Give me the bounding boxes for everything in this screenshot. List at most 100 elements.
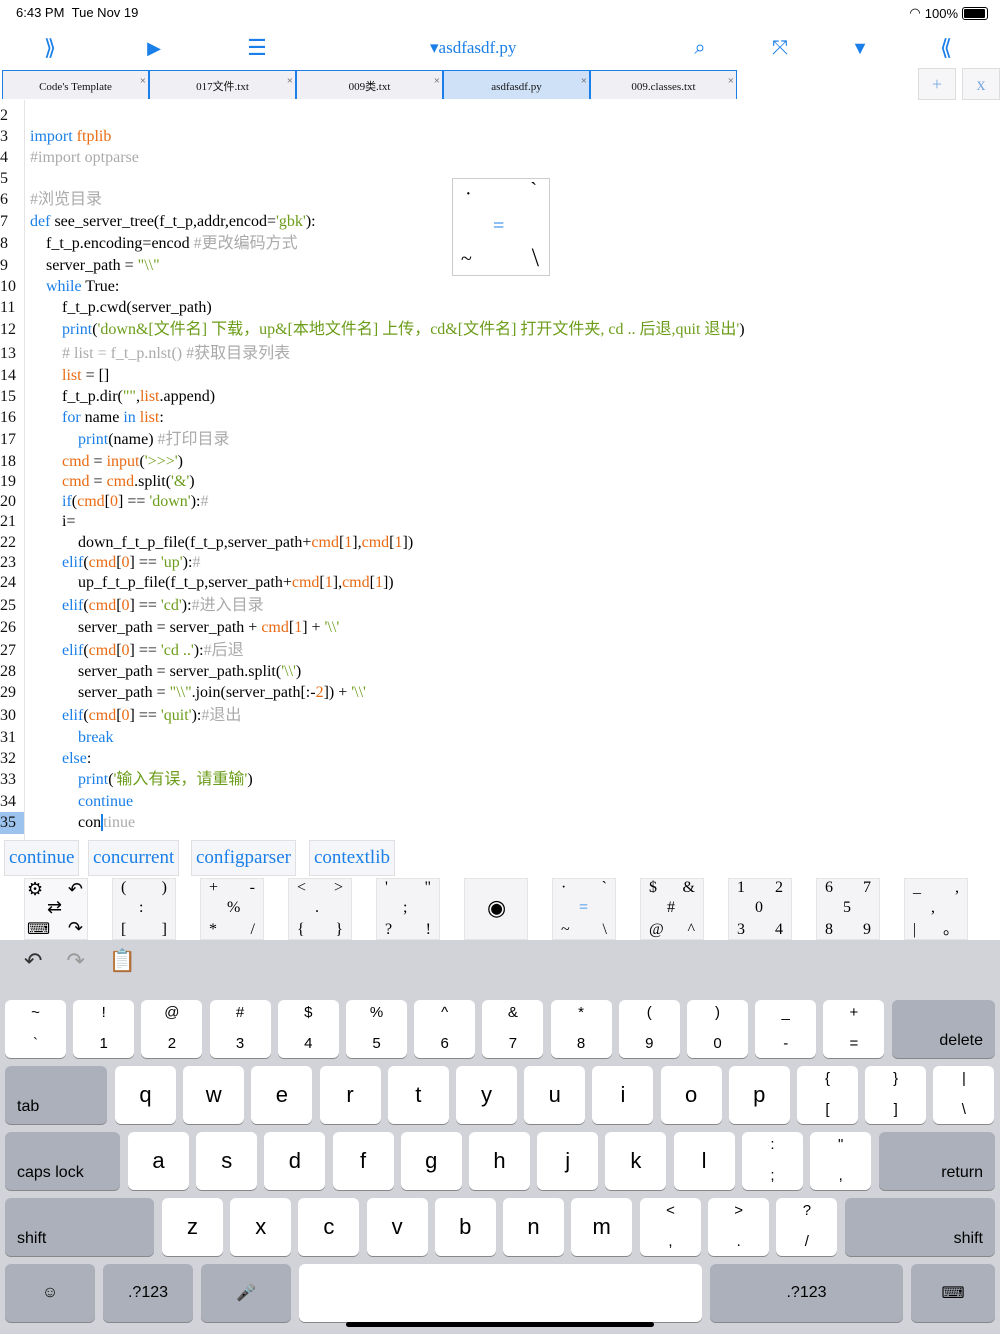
suggestion-item[interactable]: concurrent <box>88 840 180 876</box>
symbol-key[interactable]: · ` = ~ \ <box>552 878 616 940</box>
caps-lock-key[interactable]: caps lock <box>5 1132 120 1190</box>
key-f[interactable]: f <box>332 1132 394 1190</box>
settings-undo-key[interactable]: ⚙ ↶ ⇄ ⌨ ↷ <box>24 878 88 940</box>
collapse-icon[interactable]: ⤧ <box>760 30 800 66</box>
add-tab-button[interactable]: + <box>918 68 956 100</box>
key-s[interactable]: s <box>196 1132 258 1190</box>
key-e[interactable]: e <box>251 1066 313 1124</box>
symbol-key[interactable]: (): [] <box>112 878 176 940</box>
line-number: 18 <box>0 453 16 470</box>
key-z[interactable]: z <box>162 1198 223 1256</box>
key-t[interactable]: t <box>387 1066 449 1124</box>
key-r[interactable]: r <box>319 1066 381 1124</box>
symbol-key[interactable]: + -% * / <box>200 878 264 940</box>
key-w[interactable]: w <box>183 1066 245 1124</box>
suggestion-item[interactable]: contextlib <box>309 840 395 876</box>
tab-5[interactable]: 009.classes.txt × <box>590 70 737 99</box>
tab-close-icon[interactable]: × <box>581 65 587 97</box>
undo-icon[interactable]: ↶ <box>24 948 42 974</box>
return-key[interactable]: return <box>879 1132 995 1190</box>
symbol-key[interactable]: < >. {} <box>288 878 352 940</box>
key-2[interactable]: @2 <box>141 1000 203 1058</box>
dropdown-icon[interactable]: ▼ <box>840 30 880 66</box>
key-8[interactable]: * 8 <box>550 1000 612 1058</box>
tab-2[interactable]: 017文件.txt × <box>149 70 296 99</box>
symbol-key[interactable]: ◉ <box>464 878 528 940</box>
key-p[interactable]: p <box>728 1066 790 1124</box>
num-mode-key[interactable]: .?123 <box>103 1264 193 1322</box>
key-l[interactable]: l <box>673 1132 735 1190</box>
key-a[interactable]: a <box>128 1132 189 1190</box>
symbol-key[interactable]: 1 203 4 <box>728 878 792 940</box>
key-sym[interactable]: }] <box>865 1066 927 1124</box>
key-sym[interactable]: :; <box>742 1132 803 1190</box>
key-u[interactable]: u <box>524 1066 586 1124</box>
key-3[interactable]: #3 <box>209 1000 271 1058</box>
key-k[interactable]: k <box>605 1132 667 1190</box>
key-q[interactable]: q <box>115 1066 176 1124</box>
key-x[interactable]: x <box>230 1198 292 1256</box>
suggestion-item[interactable]: continue <box>4 840 80 876</box>
key-`[interactable]: ~ ` <box>5 1000 66 1058</box>
clipboard-icon[interactable]: 📋 <box>109 948 136 974</box>
key-n[interactable]: n <box>503 1198 564 1256</box>
key-h[interactable]: h <box>469 1132 530 1190</box>
code-token: cmd <box>77 493 105 510</box>
shift-left-key[interactable]: shift <box>5 1198 154 1256</box>
symbol-key[interactable]: 6 758 9 <box>816 878 880 940</box>
search-icon[interactable]: ⌕ <box>680 30 720 66</box>
key-sym[interactable]: <, <box>640 1198 701 1256</box>
tab-close-icon[interactable]: × <box>140 65 146 97</box>
expand-left-icon[interactable]: ⟪ <box>926 30 966 66</box>
tab-4[interactable]: asdfasdf.py × <box>443 70 590 99</box>
key-1[interactable]: ! 1 <box>73 1000 135 1058</box>
tab-close-icon[interactable]: × <box>434 65 440 97</box>
outline-list-icon[interactable]: ☰ <box>237 30 277 66</box>
key-4[interactable]: $4 <box>277 1000 339 1058</box>
suggestion-item[interactable]: configparser <box>191 840 296 876</box>
symbol-popup[interactable]: · ` = ~ \ <box>452 178 550 276</box>
keyboard-hide-key[interactable]: ⌨ <box>911 1264 995 1322</box>
space-key[interactable] <box>299 1264 702 1322</box>
expand-right-icon[interactable]: ⟫ <box>30 30 70 66</box>
key-c[interactable]: c <box>298 1198 360 1256</box>
tab-key[interactable]: tab <box>5 1066 107 1124</box>
key-=[interactable]: + = <box>823 1000 885 1058</box>
redo-icon[interactable]: ↷ <box>66 948 84 974</box>
key-sym[interactable]: ? / <box>776 1198 838 1256</box>
key-j[interactable]: j <box>537 1132 599 1190</box>
key-d[interactable]: d <box>264 1132 326 1190</box>
key-sym[interactable]: >. <box>708 1198 770 1256</box>
key-sym[interactable]: {[ <box>797 1066 858 1124</box>
key-o[interactable]: o <box>660 1066 722 1124</box>
num-mode-key-right[interactable]: .?123 <box>710 1264 903 1322</box>
symbol-key[interactable]: $ & # @ ^ <box>640 878 704 940</box>
key-y[interactable]: y <box>456 1066 517 1124</box>
emoji-key[interactable]: ☺ <box>5 1264 95 1322</box>
mic-key[interactable]: 🎤 <box>201 1264 291 1322</box>
key--[interactable]: _ - <box>755 1000 817 1058</box>
tab-close-icon[interactable]: × <box>287 65 293 97</box>
close-all-button[interactable]: x <box>962 68 1000 100</box>
key-6[interactable]: ^ 6 <box>414 1000 476 1058</box>
symbol-key[interactable]: ' ";?! <box>376 878 440 940</box>
tab-3[interactable]: 009类.txt × <box>296 70 443 99</box>
key-g[interactable]: g <box>400 1132 462 1190</box>
tab-1[interactable]: Code's Template × <box>2 70 149 99</box>
key-7[interactable]: & 7 <box>482 1000 544 1058</box>
key-5[interactable]: % 5 <box>346 1000 407 1058</box>
shift-right-key[interactable]: shift <box>845 1198 995 1256</box>
run-icon[interactable]: ▶ <box>134 30 174 66</box>
key-9[interactable]: (9 <box>618 1000 680 1058</box>
key-v[interactable]: v <box>366 1198 428 1256</box>
symbol-key[interactable]: _,, | 。 <box>904 878 968 940</box>
tab-close-icon[interactable]: × <box>728 65 734 97</box>
key-i[interactable]: i <box>592 1066 654 1124</box>
key-0[interactable]: ) 0 <box>687 1000 748 1058</box>
key-sym[interactable]: ", <box>810 1132 872 1190</box>
delete-key[interactable]: delete <box>892 1000 995 1058</box>
file-title-dropdown[interactable]: ▾asdfasdf.py <box>430 30 550 66</box>
key-sym[interactable]: | \ <box>933 1066 995 1124</box>
key-m[interactable]: m <box>571 1198 633 1256</box>
key-b[interactable]: b <box>434 1198 496 1256</box>
